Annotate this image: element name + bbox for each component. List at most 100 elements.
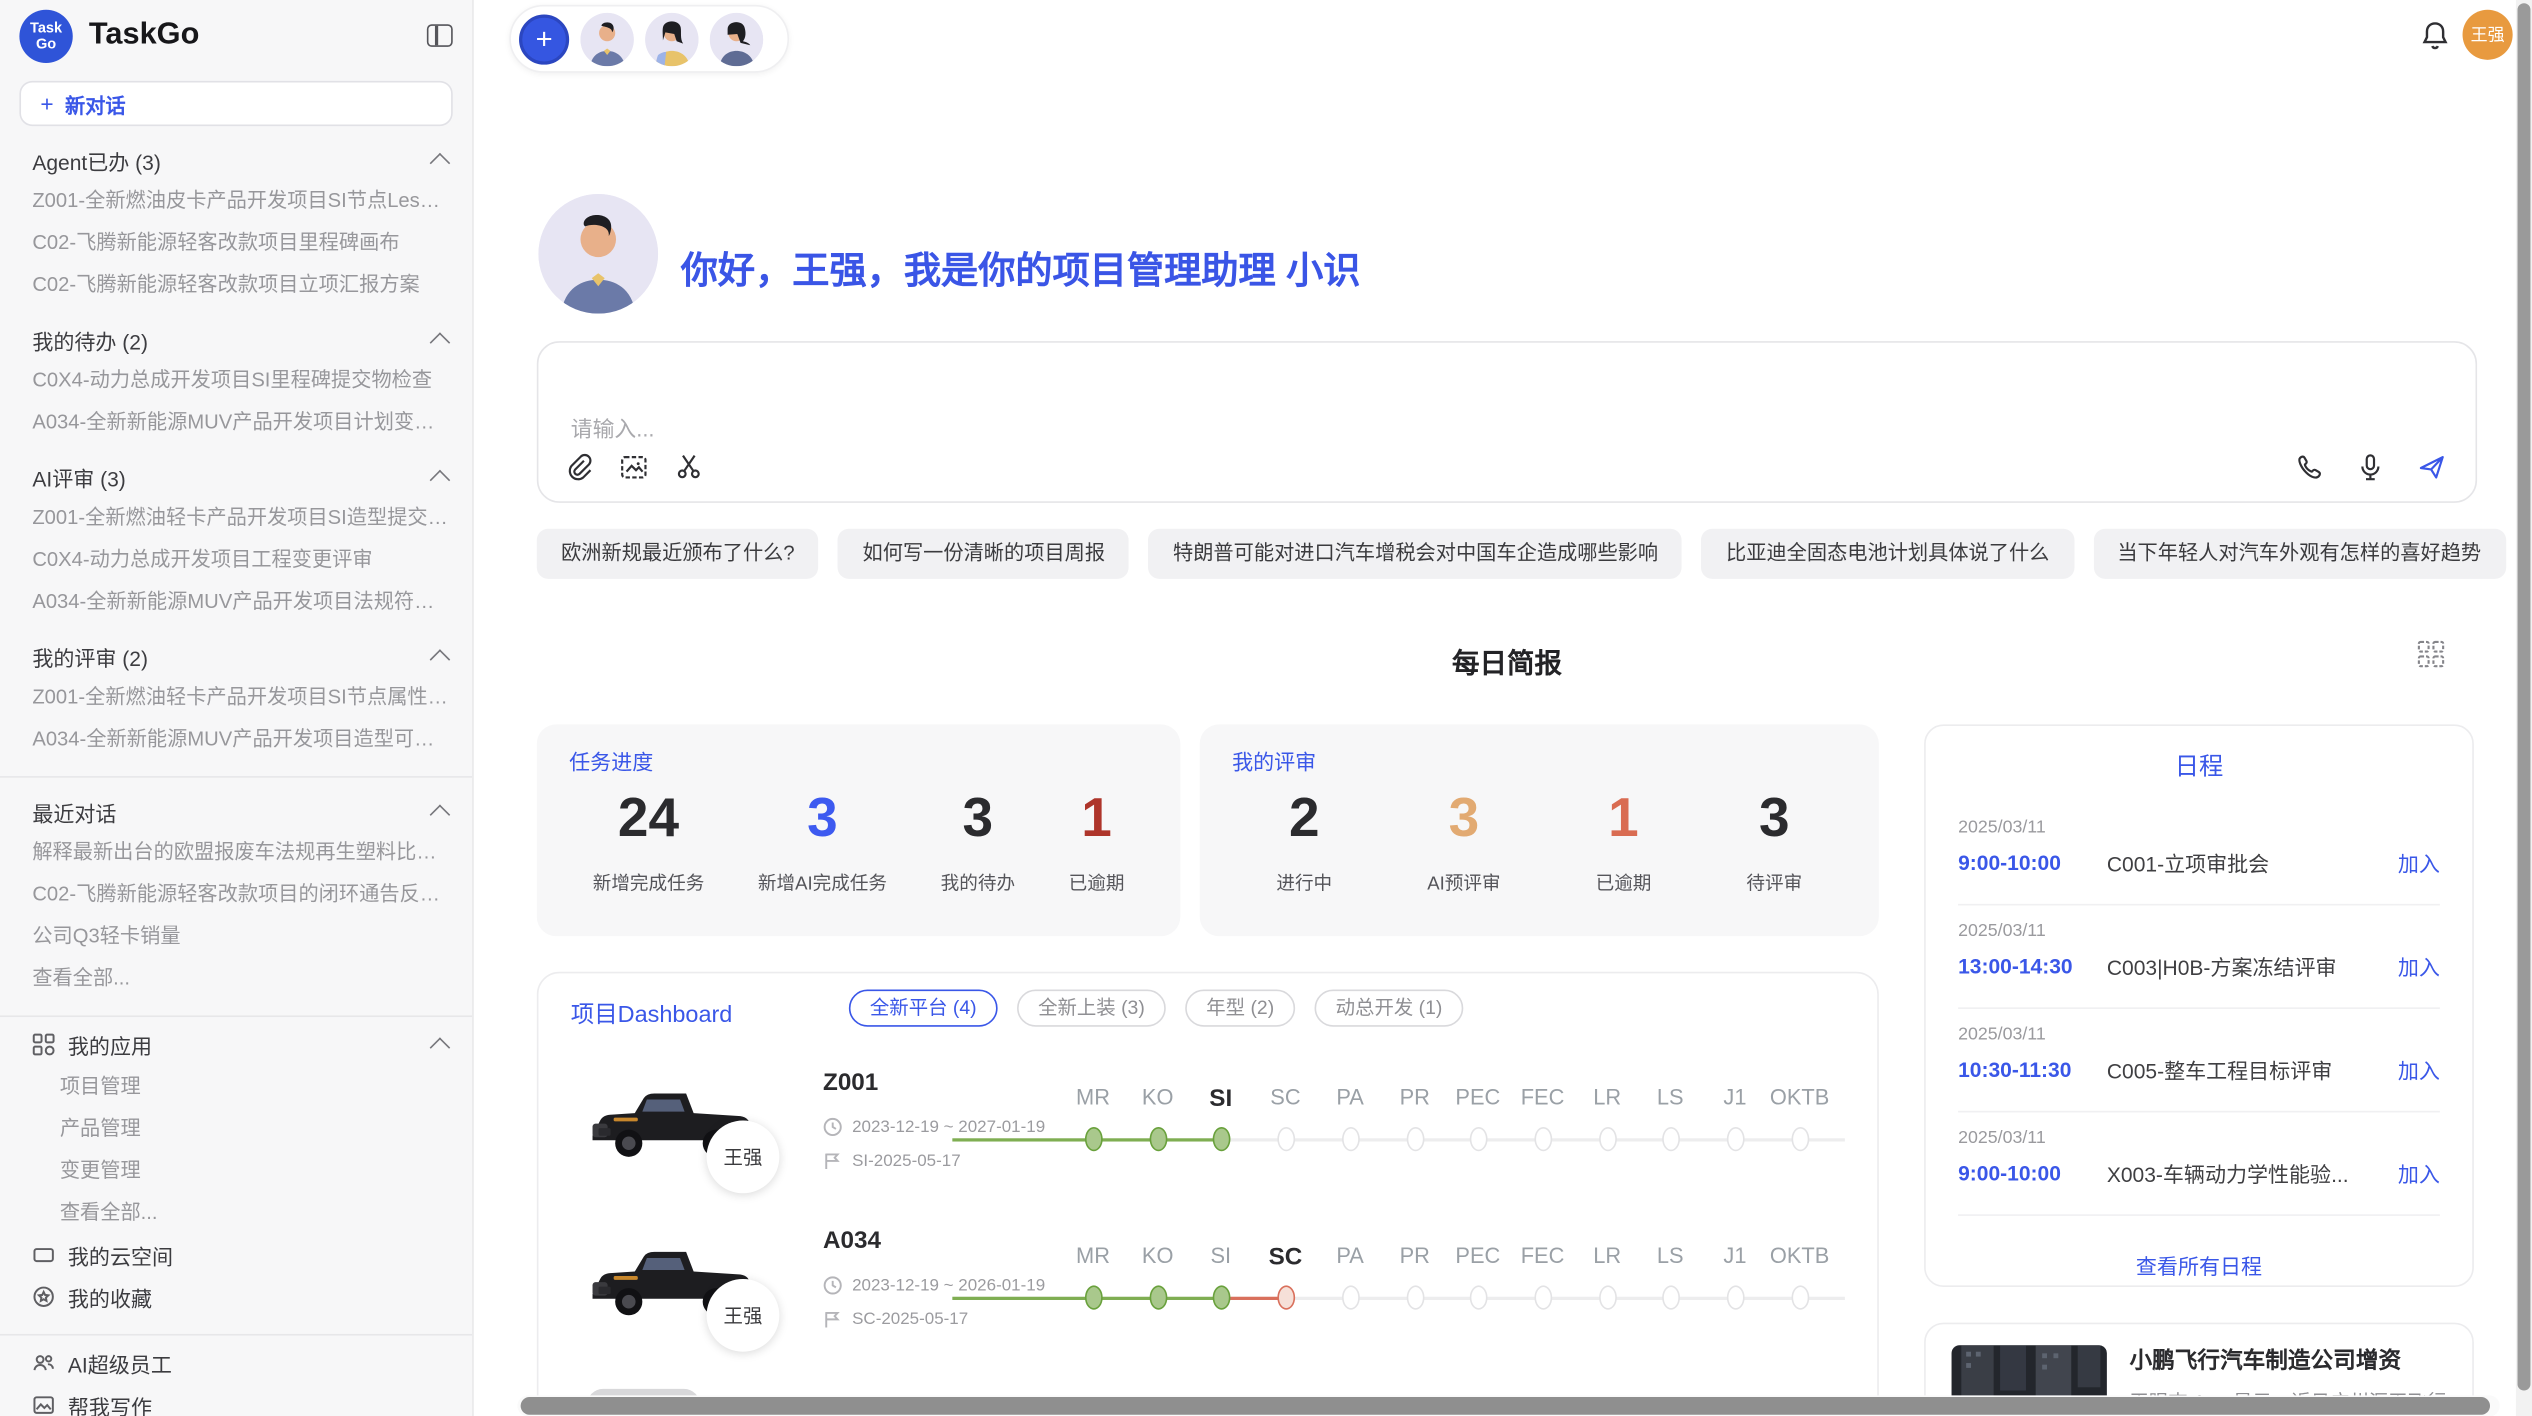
milestone-node-done[interactable] <box>1149 1285 1167 1309</box>
suggestion-chip[interactable]: 特朗普可能对进口汽车增税会对中国车企造成哪些影响 <box>1149 529 1683 579</box>
layout-grid-icon[interactable] <box>2417 640 2444 667</box>
join-link[interactable]: 加入 <box>2398 847 2440 878</box>
avatar[interactable] <box>710 12 763 65</box>
chevron-up-icon[interactable] <box>430 649 451 670</box>
chevron-up-icon[interactable] <box>430 332 451 353</box>
mic-icon[interactable] <box>2356 453 2385 482</box>
new-chat-button[interactable]: + 新对话 <box>19 81 452 126</box>
chevron-up-icon[interactable] <box>430 1037 451 1058</box>
notification-bell-icon[interactable] <box>2420 19 2449 51</box>
milestone-node-done[interactable] <box>1212 1127 1230 1151</box>
list-item[interactable]: A034-全新新能源MUV产品开发项目造型可行性评审 <box>0 718 472 760</box>
suggestion-chip[interactable]: 如何写一份清晰的项目周报 <box>838 529 1129 579</box>
sidebar-item-favorites[interactable]: 我的收藏 <box>0 1276 472 1318</box>
milestone-node[interactable] <box>1406 1285 1424 1309</box>
stat: 3AI预评审 <box>1427 786 1500 896</box>
chevron-up-icon[interactable] <box>430 470 451 491</box>
section-ai-review[interactable]: AI评审 (3) <box>32 462 449 493</box>
milestone-node-done[interactable] <box>1212 1285 1230 1309</box>
image-upload-icon[interactable] <box>619 453 648 482</box>
milestone-label: KO <box>1142 1243 1174 1267</box>
avatar[interactable] <box>645 12 698 65</box>
add-session-button[interactable]: + <box>519 14 569 64</box>
join-link[interactable]: 加入 <box>2398 1158 2440 1189</box>
view-all-schedule-link[interactable]: 查看所有日程 <box>1926 1250 2473 1281</box>
horizontal-scrollbar-thumb[interactable] <box>521 1397 2490 1415</box>
milestone-node[interactable] <box>1341 1285 1359 1309</box>
sidebar-item-my-apps[interactable]: 我的应用 <box>0 1023 472 1065</box>
milestone-node[interactable] <box>1469 1127 1487 1151</box>
milestone-node[interactable] <box>1726 1285 1744 1309</box>
session-switcher: + <box>509 5 789 73</box>
milestone-node-done[interactable] <box>1149 1127 1167 1151</box>
milestone-label: MR <box>1076 1243 1110 1267</box>
vertical-scrollbar-thumb[interactable] <box>2518 3 2531 1390</box>
list-item[interactable]: C02-飞腾新能源轻客改款项目里程碑画布 <box>0 222 472 264</box>
list-item[interactable]: A034-全新新能源MUV产品开发项目计划变更表编写 <box>0 401 472 443</box>
avatar[interactable] <box>580 12 633 65</box>
user-avatar[interactable]: 王强 <box>2463 10 2513 60</box>
milestone-node[interactable] <box>1341 1127 1359 1151</box>
sidebar-item-cloud-space[interactable]: 我的云空间 <box>0 1234 472 1276</box>
milestone-label-current: SI <box>1209 1085 1232 1112</box>
tab-powertrain[interactable]: 动总开发 (1) <box>1315 990 1464 1027</box>
list-item[interactable]: C0X4-动力总成开发项目SI里程碑提交物检查 <box>0 359 472 401</box>
chevron-up-icon[interactable] <box>430 153 451 174</box>
list-item[interactable]: C02-飞腾新能源轻客改款项目立项汇报方案 <box>0 264 472 306</box>
milestone-node[interactable] <box>1406 1127 1424 1151</box>
list-item[interactable]: Z001-全新燃油轻卡产品开发项目SI造型提交物评审 <box>0 496 472 538</box>
sidebar-item-project-mgmt[interactable]: 项目管理 <box>0 1066 472 1108</box>
send-icon[interactable] <box>2417 453 2446 482</box>
list-item[interactable]: C0X4-动力总成开发项目工程变更评审 <box>0 538 472 580</box>
suggestion-chip[interactable]: 当下年轻人对汽车外观有怎样的喜好趋势 <box>2093 529 2505 579</box>
tab-new-platform[interactable]: 全新平台 (4) <box>849 990 998 1027</box>
milestone-node-overdue[interactable] <box>1277 1285 1295 1309</box>
project-row[interactable]: 王强 A034 2023-12-19 ~ 2026-01-19 SC-2025-… <box>538 1221 1880 1378</box>
section-recent-chats[interactable]: 最近对话 <box>32 797 449 828</box>
chat-input[interactable]: 请输入... <box>537 341 2477 503</box>
milestone-node[interactable] <box>1598 1285 1616 1309</box>
sidebar-item-help-write[interactable]: 帮我写作 <box>0 1384 472 1416</box>
milestone-node[interactable] <box>1534 1285 1552 1309</box>
list-item[interactable]: A034-全新新能源MUV产品开发项目法规符合性评审 <box>0 580 472 622</box>
milestone-node[interactable] <box>1661 1285 1679 1309</box>
list-item[interactable]: Z001-全新燃油轻卡产品开发项目SI节点属性5D文件评审 <box>0 676 472 718</box>
milestone-node[interactable] <box>1469 1285 1487 1309</box>
chevron-up-icon[interactable] <box>430 804 451 825</box>
list-item[interactable]: Z001-全新燃油皮卡产品开发项目SI节点Lesson Learn报告 <box>0 179 472 221</box>
milestone-node[interactable] <box>1277 1127 1295 1151</box>
section-my-review[interactable]: 我的评审 (2) <box>32 642 449 673</box>
sidebar-item-change-mgmt[interactable]: 变更管理 <box>0 1150 472 1192</box>
milestone-node[interactable] <box>1661 1127 1679 1151</box>
horizontal-scrollbar[interactable] <box>517 1395 2499 1416</box>
scissors-icon[interactable] <box>674 453 703 482</box>
milestone-node-done[interactable] <box>1084 1285 1102 1309</box>
list-item[interactable]: C02-飞腾新能源轻客改款项目的闭环通告反馈情况 <box>0 873 472 915</box>
view-all-apps-link[interactable]: 查看全部... <box>0 1192 472 1234</box>
sidebar-collapse-icon[interactable] <box>427 24 453 47</box>
attach-icon[interactable] <box>564 453 593 482</box>
list-item[interactable]: 解释最新出台的欧盟报废车法规再生塑料比例被调至15%... <box>0 831 472 873</box>
milestone-node[interactable] <box>1534 1127 1552 1151</box>
join-link[interactable]: 加入 <box>2398 1054 2440 1085</box>
suggestion-chip[interactable]: 比亚迪全固态电池计划具体说了什么 <box>1702 529 2074 579</box>
view-all-chats-link[interactable]: 查看全部... <box>0 957 472 999</box>
milestone-node[interactable] <box>1791 1285 1809 1309</box>
milestone-node[interactable] <box>1726 1127 1744 1151</box>
event-date: 2025/03/11 <box>1958 1025 2440 1044</box>
milestone-node[interactable] <box>1598 1127 1616 1151</box>
project-row[interactable]: 王强 Z001 2023-12-19 ~ 2027-01-19 SI-2025-… <box>538 1062 1880 1219</box>
tab-new-body[interactable]: 全新上装 (3) <box>1017 990 1166 1027</box>
suggestion-chip[interactable]: 欧洲新规最近颁布了什么? <box>537 529 819 579</box>
phone-icon[interactable] <box>2294 453 2323 482</box>
milestone-node[interactable] <box>1791 1127 1809 1151</box>
list-item[interactable]: 公司Q3轻卡销量 <box>0 915 472 957</box>
tab-model-year[interactable]: 年型 (2) <box>1185 990 1295 1027</box>
milestone-node-done[interactable] <box>1084 1127 1102 1151</box>
vertical-scrollbar[interactable] <box>2516 0 2532 1416</box>
sidebar-item-ai-employee[interactable]: AI超级员工 <box>0 1342 472 1384</box>
sidebar-item-product-mgmt[interactable]: 产品管理 <box>0 1108 472 1150</box>
section-my-todo[interactable]: 我的待办 (2) <box>32 325 449 356</box>
section-agent-done[interactable]: Agent已办 (3) <box>32 146 449 177</box>
join-link[interactable]: 加入 <box>2398 951 2440 982</box>
